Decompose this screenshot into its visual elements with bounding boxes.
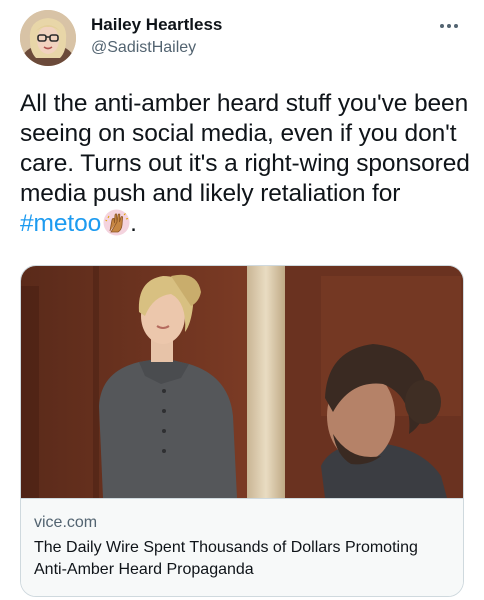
link-card-title[interactable]: The Daily Wire Spent Thousands of Dollar…: [34, 537, 454, 581]
avatar-image: [20, 10, 76, 66]
tweet-text: All the anti-amber heard stuff you've be…: [20, 89, 470, 239]
link-card[interactable]: vice.com The Daily Wire Spent Thousands …: [20, 265, 464, 597]
avatar[interactable]: [20, 10, 76, 66]
link-card-domain: vice.com: [34, 514, 98, 531]
link-card-image: [21, 266, 463, 498]
tweet-text-end: .: [130, 210, 137, 237]
link-card-meta: vice.com The Daily Wire Spent Thousands …: [21, 498, 463, 596]
tweet-text-part1: All the anti-amber heard stuff you've be…: [20, 90, 470, 207]
tweet-header: Hailey Heartless @SadistHailey: [20, 10, 464, 68]
tweet[interactable]: Hailey Heartless @SadistHailey All the a…: [0, 0, 484, 600]
author-names: Hailey Heartless @SadistHailey: [91, 14, 222, 59]
user-handle[interactable]: @SadistHailey: [91, 37, 222, 59]
display-name[interactable]: Hailey Heartless: [91, 14, 222, 36]
more-horizontal-icon[interactable]: [434, 16, 464, 36]
raised-hands-emoji-icon: [103, 209, 130, 236]
hashtag-link[interactable]: #metoo: [20, 210, 101, 237]
